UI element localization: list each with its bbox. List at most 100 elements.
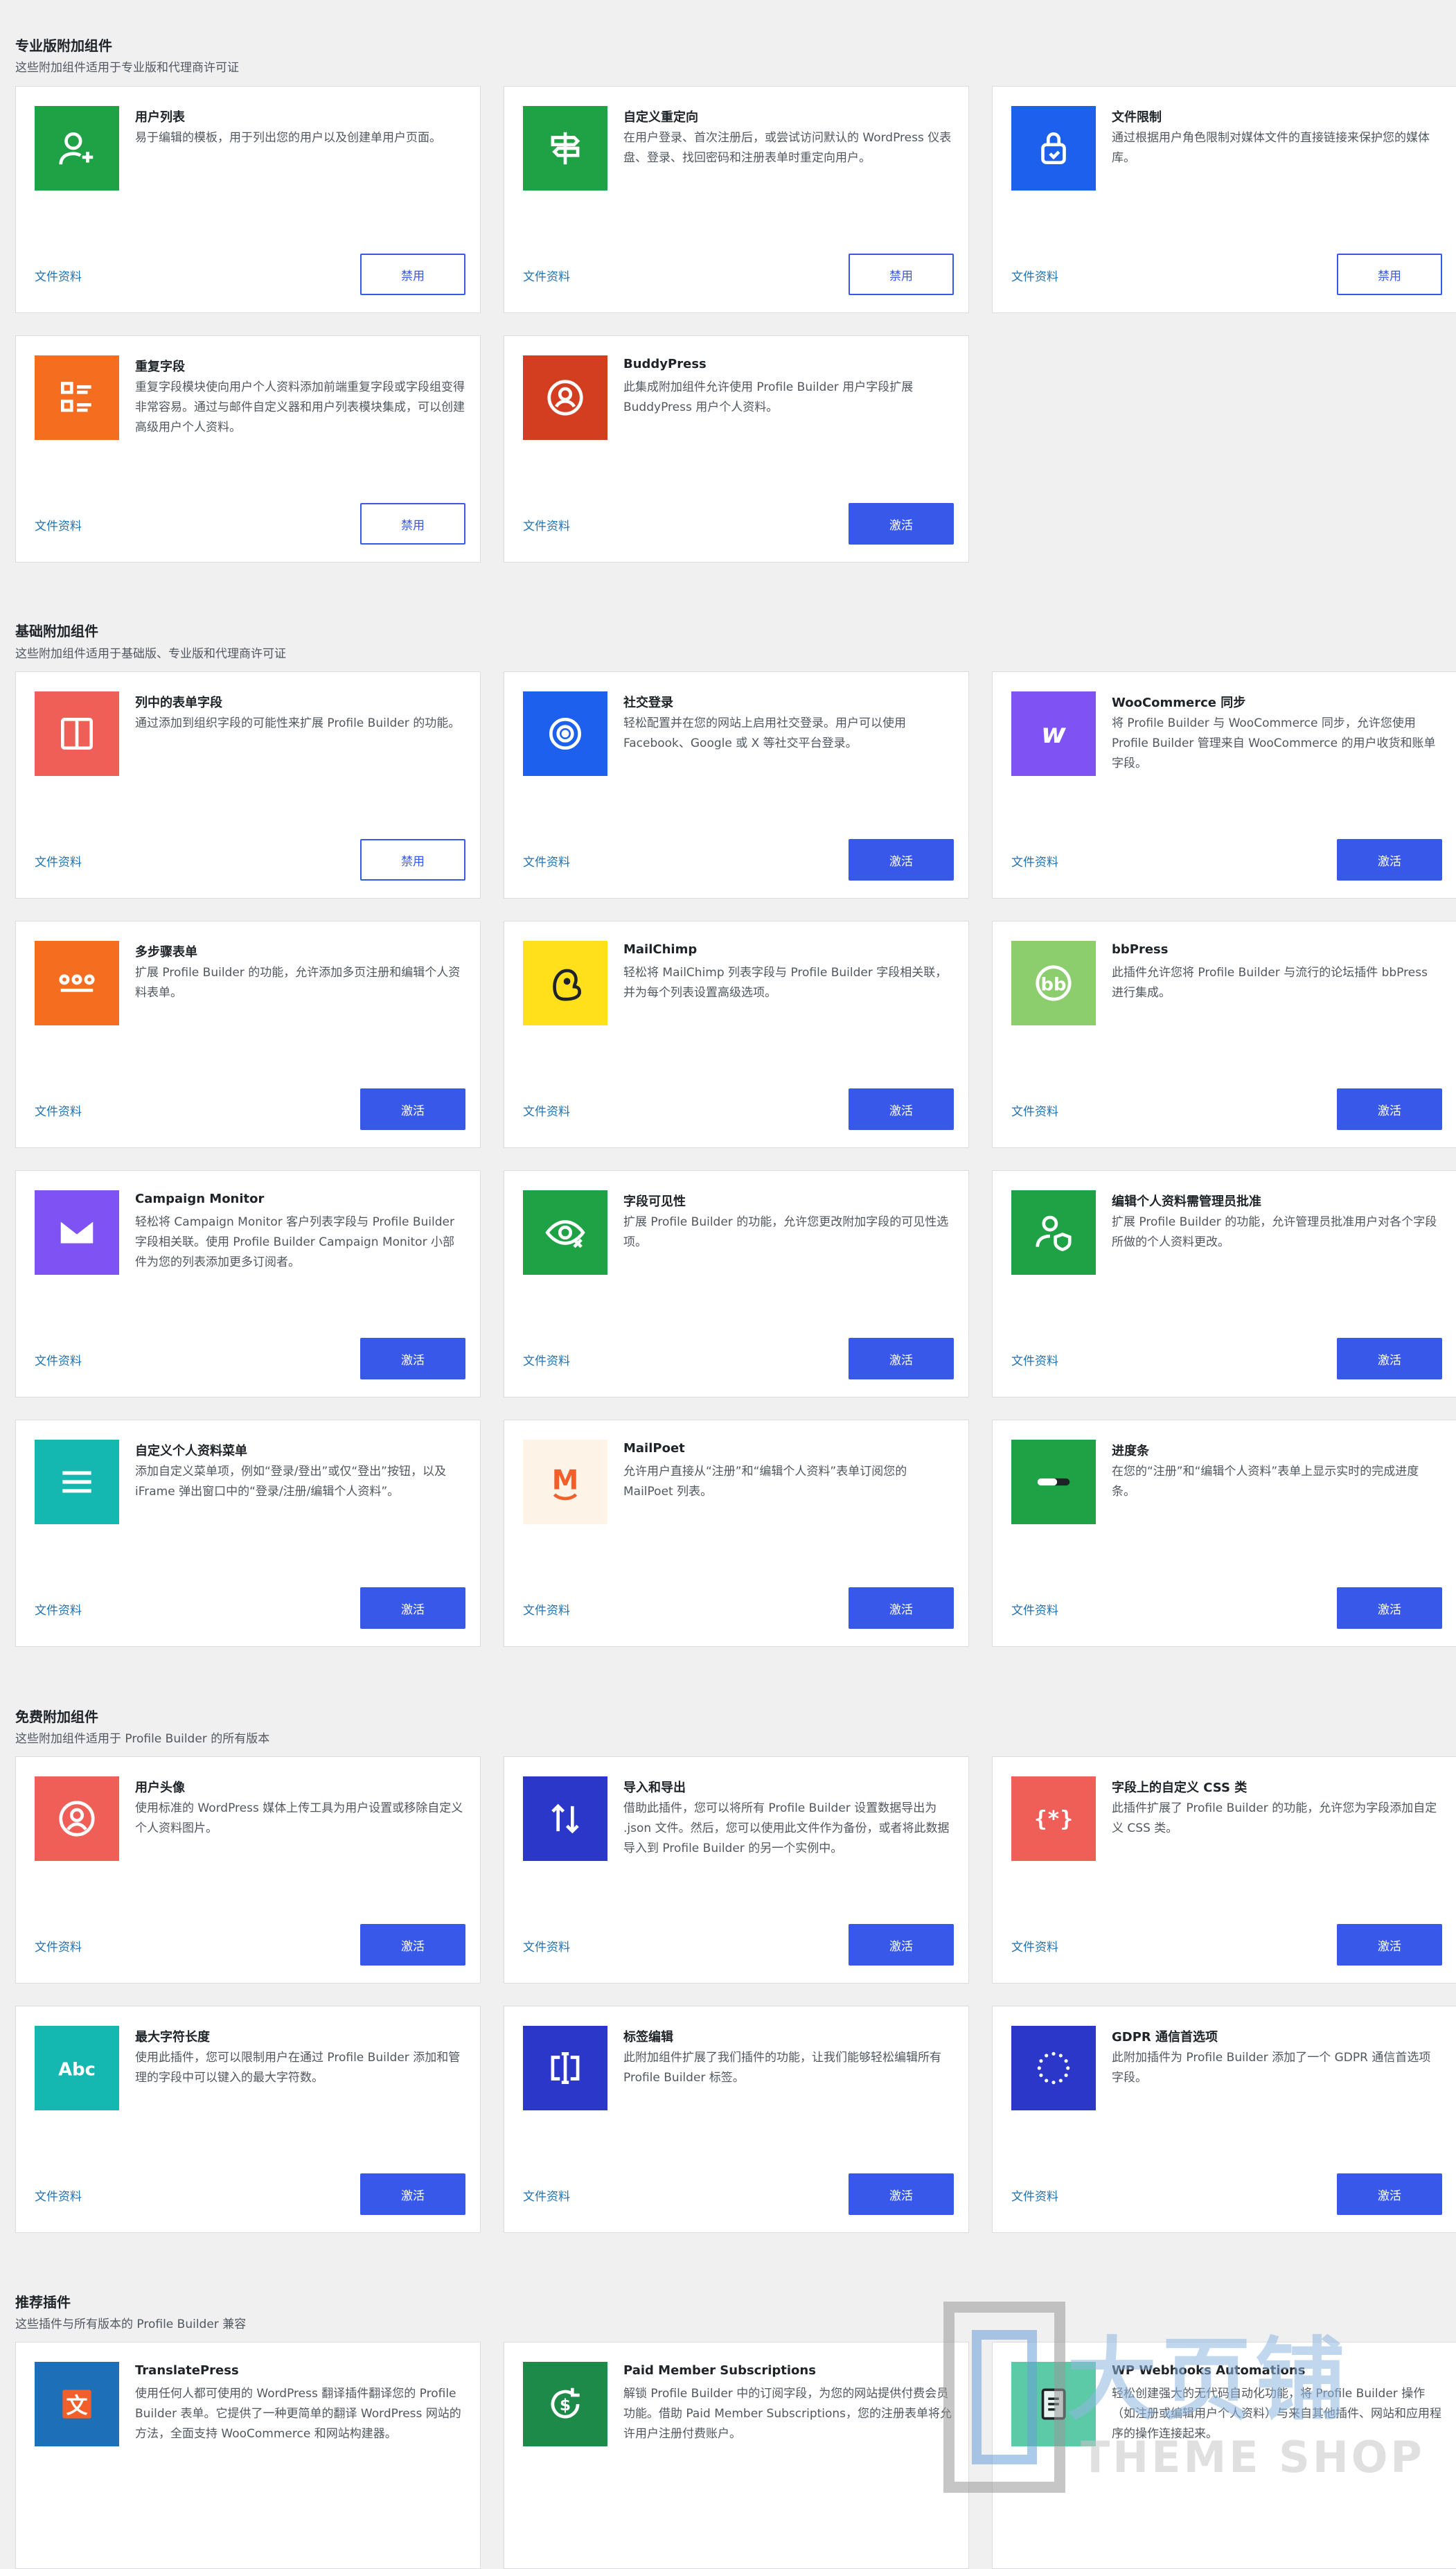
addon-card: Abc 最大字符长度使用此插件，您可以限制用户在通过 Profile Builde… [15, 2006, 481, 2233]
documentation-link[interactable]: 文件资料 [523, 516, 570, 533]
addon-title: 导入和导出 [623, 1781, 686, 1795]
documentation-link[interactable]: 文件资料 [1011, 1937, 1058, 1954]
addon-title: 文件限制 [1112, 110, 1162, 125]
section-subtitle: 这些插件与所有版本的 Profile Builder 兼容 [15, 2318, 247, 2331]
mailpoet-icon: M [523, 1440, 607, 1524]
bbpress-icon: bb [1011, 941, 1096, 1025]
addon-title: 字段可见性 [623, 1194, 686, 1209]
addon-description: 扩展 Profile Builder 的功能，允许管理员批准用户对各个字段所做的… [1112, 1215, 1437, 1249]
signpost-icon [523, 106, 607, 191]
activate-button[interactable]: 激活 [360, 1587, 465, 1629]
addon-title: BuddyPress [623, 357, 707, 371]
addon-card: M MailPoet 允许用户直接从“注册”和“编辑个人资料”表单订阅您的 Mail… [504, 1420, 969, 1647]
documentation-link[interactable]: 文件资料 [523, 1937, 570, 1954]
activate-button[interactable]: 激活 [849, 1587, 954, 1629]
documentation-link[interactable]: 文件资料 [523, 1600, 570, 1618]
addon-title: 社交登录 [623, 696, 673, 710]
disable-button[interactable]: 禁用 [1337, 254, 1442, 295]
pms-icon: $ [523, 2362, 607, 2446]
documentation-link[interactable]: 文件资料 [523, 267, 570, 284]
activate-button[interactable]: 激活 [1337, 839, 1442, 881]
documentation-link[interactable]: 文件资料 [35, 267, 82, 284]
translatepress-icon: 文 [35, 2362, 119, 2446]
activate-button[interactable]: 激活 [849, 1088, 954, 1130]
addon-description: 重复字段模块使向用户个人资料添加前端重复字段或字段组变得非常容易。通过与邮件自定… [135, 380, 465, 434]
documentation-link[interactable]: 文件资料 [523, 2187, 570, 2204]
documentation-link[interactable]: 文件资料 [35, 516, 82, 533]
documentation-link[interactable]: 文件资料 [523, 1102, 570, 1119]
documentation-link[interactable]: 文件资料 [35, 852, 82, 869]
documentation-link[interactable]: 文件资料 [1011, 1600, 1058, 1618]
addon-title: Campaign Monitor [135, 1192, 265, 1206]
documentation-link[interactable]: 文件资料 [1011, 1351, 1058, 1368]
section-title: 专业版附加组件 [15, 37, 112, 54]
addon-card: 重复字段重复字段模块使向用户个人资料添加前端重复字段或字段组变得非常容易。通过与… [15, 335, 481, 563]
svg-text:M: M [552, 1465, 579, 1496]
disable-button[interactable]: 禁用 [360, 254, 465, 295]
list-icon [35, 355, 119, 440]
documentation-link[interactable]: 文件资料 [35, 1937, 82, 1954]
svg-text:bb: bb [1041, 974, 1067, 995]
addon-card: 进度条 在您的“注册”和“编辑个人资料”表单上显示实时的完成进度条。 文件资料 激活 [992, 1420, 1456, 1647]
documentation-link[interactable]: 文件资料 [35, 2187, 82, 2204]
addon-title: 自定义重定向 [623, 110, 698, 125]
menu-icon [35, 1440, 119, 1524]
addon-description: 通过添加到组织字段的可能性来扩展 Profile Builder 的功能。 [135, 716, 461, 730]
activate-button[interactable]: 激活 [849, 503, 954, 545]
activate-button[interactable]: 激活 [849, 1924, 954, 1966]
addon-description: 轻松配置并在您的网站上启用社交登录。用户可以使用 Facebook、Google… [623, 716, 906, 750]
documentation-link[interactable]: 文件资料 [1011, 852, 1058, 869]
addon-description: 使用任何人都可使用的 WordPress 翻译插件翻译您的 Profile Bu… [135, 2387, 461, 2441]
section-subtitle: 这些附加组件适用于专业版和代理商许可证 [15, 61, 239, 75]
addon-title: 标签编辑 [623, 2030, 673, 2045]
documentation-link[interactable]: 文件资料 [35, 1600, 82, 1618]
eye-off-icon [523, 1190, 607, 1275]
documentation-link[interactable]: 文件资料 [523, 852, 570, 869]
activate-button[interactable]: 激活 [360, 1338, 465, 1379]
addon-card: 自定义重定向 在用户登录、首次注册后，或尝试访问默认的 WordPress 仪表盘… [504, 86, 969, 313]
user-avatar-icon [35, 1776, 119, 1861]
addon-card: 列中的表单字段 通过添加到组织字段的可能性来扩展 Profile Builder … [15, 671, 481, 899]
activate-button[interactable]: 激活 [1337, 1587, 1442, 1629]
activate-button[interactable]: 激活 [1337, 1338, 1442, 1379]
abc-icon: Abc [35, 2026, 119, 2110]
documentation-link[interactable]: 文件资料 [523, 1351, 570, 1368]
documentation-link[interactable]: 文件资料 [1011, 2187, 1058, 2204]
addon-title: 重复字段 [135, 360, 185, 374]
addon-title: 编辑个人资料需管理员批准 [1112, 1194, 1261, 1209]
disable-button[interactable]: 禁用 [360, 839, 465, 881]
activate-button[interactable]: 激活 [849, 1338, 954, 1379]
activate-button[interactable]: 激活 [1337, 2173, 1442, 2215]
activate-button[interactable]: 激活 [1337, 1924, 1442, 1966]
addon-title: 多步骤表单 [135, 945, 197, 960]
svg-text:$: $ [560, 2396, 571, 2414]
svg-text:{*}: {*} [1034, 1806, 1073, 1831]
svg-text:文: 文 [66, 2394, 88, 2419]
disable-button[interactable]: 禁用 [360, 503, 465, 545]
addon-card: {*} 字段上的自定义 CSS 类此插件扩展了 Profile Builder 的… [992, 1756, 1456, 1984]
activate-button[interactable]: 激活 [360, 2173, 465, 2215]
addon-card: $ Paid Member Subscriptions 解锁 Profile Bui… [504, 2342, 969, 2569]
activate-button[interactable]: 激活 [360, 1088, 465, 1130]
documentation-link[interactable]: 文件资料 [35, 1102, 82, 1119]
addon-description: 借助此插件，您可以将所有 Profile Builder 设置数据导出为 .js… [623, 1801, 950, 1855]
add-user-icon [35, 106, 119, 191]
addon-title: 用户列表 [135, 110, 185, 125]
activate-button[interactable]: 激活 [849, 2173, 954, 2215]
addon-description: 解锁 Profile Builder 中的订阅字段，为您的网站提供付费会员功能。… [623, 2387, 952, 2441]
documentation-link[interactable]: 文件资料 [35, 1351, 82, 1368]
addon-description: 使用此插件，您可以限制用户在通过 Profile Builder 添加和管理的字… [135, 2051, 461, 2085]
documentation-link[interactable]: 文件资料 [1011, 1102, 1058, 1119]
addon-card: Campaign Monitor 轻松将 Campaign Monitor 客户列… [15, 1170, 481, 1397]
addon-card: GDPR 通信首选项 此附加插件为 Profile Builder 添加了一个 G… [992, 2006, 1456, 2233]
activate-button[interactable]: 激活 [1337, 1088, 1442, 1130]
disable-button[interactable]: 禁用 [849, 254, 954, 295]
activate-button[interactable]: 激活 [849, 839, 954, 881]
social-login-icon [523, 691, 607, 776]
progress-bar-icon [1011, 1440, 1096, 1524]
activate-button[interactable]: 激活 [360, 1924, 465, 1966]
addon-card: 字段可见性 扩展 Profile Builder 的功能，允许您更改附加字段的可见… [504, 1170, 969, 1397]
addon-title: 最大字符长度 [135, 2030, 210, 2045]
documentation-link[interactable]: 文件资料 [1011, 267, 1058, 284]
watermark-text-en: THEME SHOP [1081, 2432, 1425, 2482]
